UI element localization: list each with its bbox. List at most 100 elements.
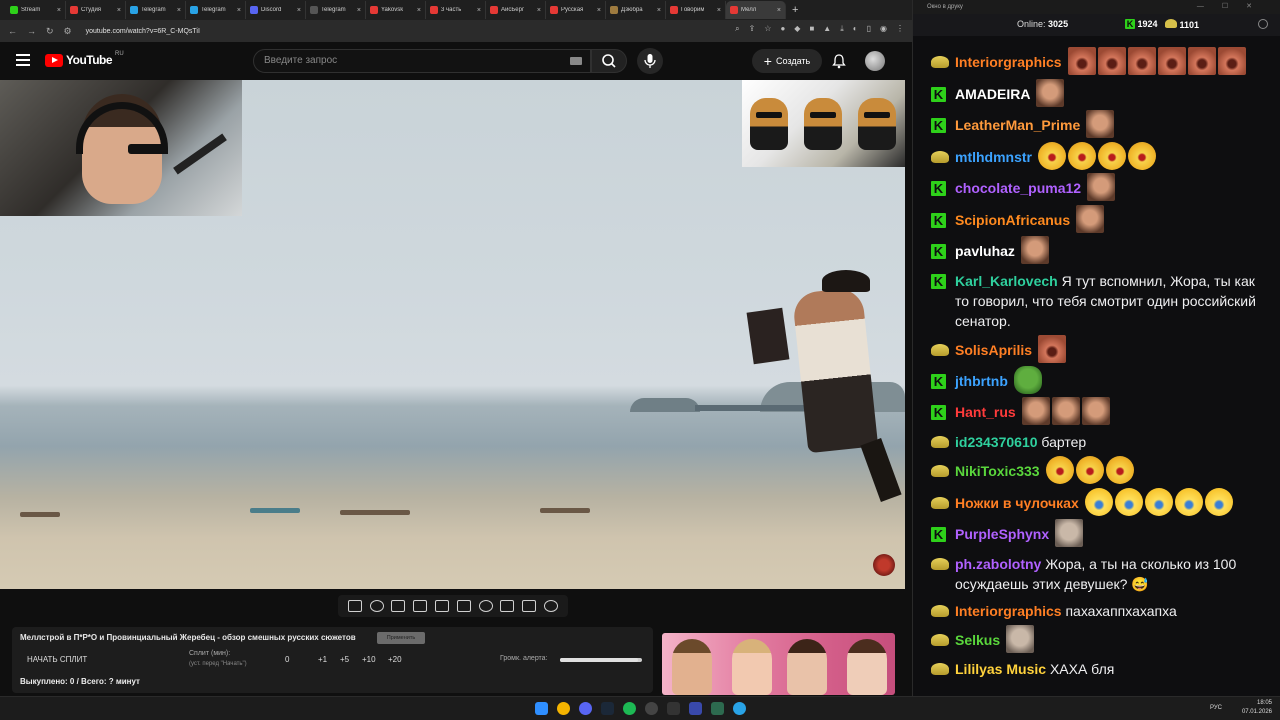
create-button[interactable]: + Создать: [752, 49, 822, 73]
tab-close-icon[interactable]: ×: [177, 7, 181, 14]
chat-username[interactable]: jthbrtnb: [955, 371, 1008, 391]
browser-tab[interactable]: Telegram ×: [186, 1, 246, 19]
telegram-icon[interactable]: [733, 702, 746, 715]
video-player[interactable]: [0, 80, 905, 589]
chat-username[interactable]: LeatherMan_Prime: [955, 115, 1080, 135]
url-field[interactable]: youtube.com/watch?v=6R_C-MQsTiI: [86, 28, 200, 35]
profile-icon[interactable]: ◉: [880, 24, 887, 34]
tab-close-icon[interactable]: ×: [117, 7, 121, 14]
system-clock[interactable]: 18:05 07.01.2026: [1242, 699, 1272, 717]
theater-mode-icon[interactable]: [456, 600, 471, 612]
add-1-button[interactable]: +1: [318, 655, 327, 664]
extension-icon[interactable]: ◐: [853, 24, 858, 34]
extension-icon[interactable]: ■: [809, 24, 814, 34]
loop-icon[interactable]: [347, 600, 362, 612]
tab-close-icon[interactable]: ×: [417, 7, 421, 14]
chat-username[interactable]: PurpleSphynx: [955, 524, 1049, 544]
share-icon[interactable]: ⇪: [749, 24, 756, 34]
back-icon[interactable]: ←: [8, 26, 17, 36]
alert-volume-slider[interactable]: [560, 658, 642, 662]
chat-username[interactable]: ScipionAfricanus: [955, 210, 1070, 230]
add-10-button[interactable]: +10: [362, 655, 376, 664]
chat-username[interactable]: SolisAprilis: [955, 340, 1032, 360]
settings-gear-icon[interactable]: [544, 600, 559, 612]
chat-window-controls[interactable]: —☐✕: [1197, 0, 1270, 14]
chat-username[interactable]: chocolate_puma12: [955, 178, 1081, 198]
add-screen-icon[interactable]: [500, 600, 515, 612]
app-icon[interactable]: [689, 702, 702, 715]
extension-icon[interactable]: ●: [780, 24, 785, 34]
channel-watermark-icon[interactable]: [873, 554, 895, 576]
youtube-logo[interactable]: YouTube RU: [45, 51, 124, 67]
add-5-button[interactable]: +5: [340, 655, 349, 664]
apply-button[interactable]: Применить: [377, 632, 425, 644]
tab-close-icon[interactable]: ×: [537, 7, 541, 14]
reload-icon[interactable]: ↻: [46, 26, 54, 37]
chat-username[interactable]: mtlhdmnstr: [955, 147, 1032, 167]
spotify-icon[interactable]: [623, 702, 636, 715]
tab-close-icon[interactable]: ×: [777, 7, 781, 14]
obs-icon[interactable]: [645, 702, 658, 715]
browser-menu-icon[interactable]: ⋮: [896, 24, 904, 34]
tab-close-icon[interactable]: ×: [717, 7, 721, 14]
chat-username[interactable]: NikiToxic333: [955, 461, 1040, 481]
browser-tab[interactable]: АйсБерг ×: [486, 1, 546, 19]
tab-close-icon[interactable]: ×: [237, 7, 241, 14]
split-value[interactable]: 0: [285, 655, 289, 664]
chat-username[interactable]: pavluhaz: [955, 241, 1015, 261]
broadcast-icon[interactable]: [369, 600, 384, 612]
meme-party-banner[interactable]: [662, 633, 895, 695]
bookmark-star-icon[interactable]: ☆: [764, 24, 771, 34]
browser-tab[interactable]: Студия ×: [66, 1, 126, 19]
extension-icon[interactable]: ▲: [823, 24, 831, 34]
screenshot-camera-icon[interactable]: [522, 600, 537, 612]
keyboard-icon[interactable]: [570, 57, 582, 65]
chat-username[interactable]: Selkus: [955, 630, 1000, 650]
windows-start-icon[interactable]: [535, 702, 548, 715]
chrome-icon[interactable]: [557, 702, 570, 715]
browser-tab[interactable]: 3 часть ×: [426, 1, 486, 19]
tab-close-icon[interactable]: ×: [477, 7, 481, 14]
chat-username[interactable]: AMADEIRA: [955, 84, 1030, 104]
film-icon[interactable]: [413, 600, 428, 612]
tab-close-icon[interactable]: ×: [57, 7, 61, 14]
chat-username[interactable]: Hant_rus: [955, 402, 1016, 422]
browser-tab[interactable]: Говорим ×: [666, 1, 726, 19]
browser-tab[interactable]: Telegram ×: [126, 1, 186, 19]
discord-icon[interactable]: [579, 702, 592, 715]
tab-close-icon[interactable]: ×: [657, 7, 661, 14]
sidebar-icon[interactable]: ▯: [867, 24, 871, 34]
browser-tab[interactable]: Telegram ×: [306, 1, 366, 19]
download-icon[interactable]: ⤓: [840, 24, 844, 34]
browser-tab[interactable]: Stream ×: [6, 1, 66, 19]
tab-close-icon[interactable]: ×: [597, 7, 601, 14]
app-icon[interactable]: [667, 702, 680, 715]
hamburger-menu-icon[interactable]: [16, 54, 30, 66]
speed-icon[interactable]: [478, 600, 493, 612]
site-info-icon[interactable]: ⚙: [64, 26, 72, 37]
tab-close-icon[interactable]: ×: [297, 7, 301, 14]
browser-tab[interactable]: Мелл ×: [726, 1, 786, 19]
add-20-button[interactable]: +20: [388, 655, 402, 664]
zoom-icon[interactable]: ⌕: [735, 24, 739, 34]
notifications-bell-icon[interactable]: [832, 54, 846, 69]
user-avatar[interactable]: [865, 51, 885, 71]
search-input[interactable]: Введите запрос: [253, 49, 591, 73]
browser-tab[interactable]: Русская ×: [546, 1, 606, 19]
start-split-button[interactable]: НАЧАТЬ СПЛИТ: [27, 655, 87, 664]
app-icon[interactable]: [711, 702, 724, 715]
chat-username[interactable]: Interiorgraphics: [955, 52, 1062, 72]
search-button[interactable]: [591, 49, 627, 73]
picture-in-picture-icon[interactable]: [435, 600, 450, 612]
browser-tab[interactable]: Yakovsk ×: [366, 1, 426, 19]
tab-close-icon[interactable]: ×: [357, 7, 361, 14]
extension-icon[interactable]: ◆: [794, 24, 800, 34]
watch-later-icon[interactable]: [391, 600, 406, 612]
steam-icon[interactable]: [601, 702, 614, 715]
forward-icon[interactable]: →: [27, 26, 36, 36]
browser-tab[interactable]: Discord ×: [246, 1, 306, 19]
chat-username[interactable]: Ножки в чулочках: [955, 493, 1079, 513]
chat-settings-icon[interactable]: [1258, 19, 1268, 29]
input-language[interactable]: РУС: [1210, 705, 1222, 711]
new-tab-icon[interactable]: +: [792, 4, 798, 16]
